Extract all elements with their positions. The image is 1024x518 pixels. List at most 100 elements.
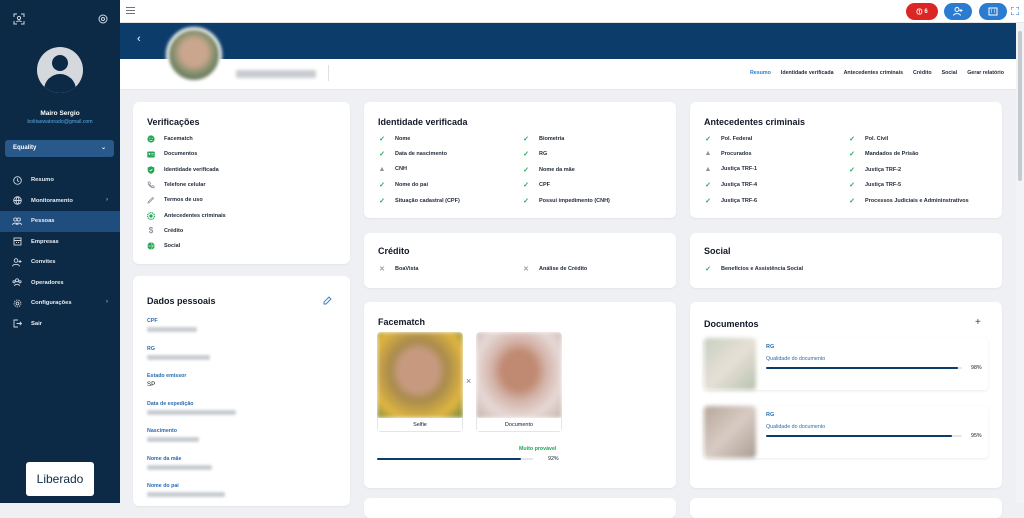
- id-card-icon: [147, 150, 155, 158]
- facematch-card: Facematch Selfie × Documento Muito prová…: [364, 302, 676, 488]
- credito-title: Crédito: [378, 246, 410, 256]
- sidebar-item-sair[interactable]: Sair: [0, 314, 120, 335]
- document-quality-pct: 98%: [971, 365, 982, 371]
- document-row[interactable]: RG Qualidade do documento 95%: [704, 406, 988, 458]
- document-row[interactable]: RG Qualidade do documento 98%: [704, 338, 988, 390]
- warning-icon: ▲: [378, 165, 386, 173]
- fullscreen-icon[interactable]: [1011, 7, 1019, 15]
- verificacao-label: Antecedentes criminais: [164, 212, 226, 219]
- chevron-right-icon: ›: [106, 196, 108, 203]
- verificacao-item: Social: [147, 242, 180, 250]
- sidebar-item-label: Monitoramento: [31, 197, 73, 204]
- field-label: Nome da mãe: [147, 455, 182, 462]
- company-button[interactable]: [979, 3, 1007, 20]
- verificacao-label: Social: [164, 243, 181, 250]
- shield-check-icon: [147, 165, 155, 174]
- verificacao-label: Documentos: [164, 151, 198, 158]
- facematch-score: 92%: [548, 456, 559, 462]
- edit-icon[interactable]: [323, 296, 332, 305]
- sidebar-item-empresas[interactable]: Empresas: [0, 232, 120, 253]
- settings-circle-icon[interactable]: [94, 10, 112, 28]
- document-thumbnail[interactable]: [704, 338, 756, 390]
- facematch-result: Muito provável: [519, 446, 557, 452]
- menu-icon[interactable]: [126, 6, 135, 15]
- face-scan-icon[interactable]: [10, 10, 28, 28]
- check-label: Justiça TRF-6: [721, 197, 758, 204]
- group-icon: [12, 278, 22, 288]
- check-item: ✓ Justiça TRF-4: [704, 181, 757, 189]
- sidebar-item-resumo[interactable]: Resumo: [0, 170, 120, 191]
- check-item: ✓ Benefícios e Assistência Social: [704, 265, 803, 273]
- warning-icon: ▲: [704, 150, 712, 158]
- sidebar-item-operadores[interactable]: Operadores: [0, 273, 120, 294]
- check-item: ✓ Justiça TRF-5: [848, 181, 901, 189]
- credito-card: Crédito ✕ BoaVista ✕ Análise de Crédito: [364, 233, 676, 288]
- selfie-image[interactable]: Selfie: [377, 332, 463, 432]
- antecedentes-title: Antecedentes criminais: [704, 117, 806, 127]
- person-name-blurred: [236, 70, 316, 78]
- back-icon[interactable]: ‹: [137, 33, 141, 45]
- check-label: Procurados: [721, 150, 752, 157]
- tab-social[interactable]: Social: [942, 70, 958, 76]
- sidebar: Mairo Sergio bolitaswatorado@gmail.com E…: [0, 0, 120, 503]
- check-label: CNH: [395, 166, 407, 173]
- scrollbar[interactable]: [1016, 23, 1024, 503]
- check-item: ✕ Análise de Crédito: [522, 265, 587, 273]
- check-icon: ✓: [849, 197, 855, 205]
- check-label: Análise de Crédito: [539, 266, 588, 272]
- profile-bar: Resumo Identidade verificada Antecedentes …: [120, 59, 1016, 90]
- sidebar-item-label: Configurações: [31, 300, 72, 307]
- tab-identidade-verificada[interactable]: Identidade verificada: [781, 70, 834, 76]
- check-label: Data de nascimento: [395, 151, 447, 158]
- facematch-score-bar: [377, 458, 533, 460]
- section-tabs: Resumo Identidade verificada Antecedentes …: [750, 70, 1004, 76]
- check-label: Possui impedimento (CNH): [539, 197, 610, 204]
- sidebar-item-configuracoes[interactable]: Configurações ›: [0, 293, 120, 314]
- facematch-score-fill: [377, 458, 521, 460]
- sidebar-item-pessoas[interactable]: Pessoas: [0, 211, 120, 232]
- document-image[interactable]: Documento: [476, 332, 562, 432]
- scrollbar-thumb[interactable]: [1018, 31, 1022, 181]
- tab-cre-dito[interactable]: Crédito: [913, 70, 932, 76]
- check-item: ✓ Situação cadastral (CPF): [378, 197, 460, 205]
- field-value-redacted: [147, 464, 212, 470]
- sidebar-nav: Resumo Monitoramento › Pessoas Empresas Convi…: [0, 170, 120, 334]
- sidebar-item-label: Empresas: [31, 238, 59, 245]
- alerts-button[interactable]: ⓵6: [906, 3, 938, 20]
- check-item: ✓ RG: [522, 150, 547, 158]
- org-select[interactable]: Equality ⌄: [5, 140, 114, 157]
- logo: Liberado: [26, 462, 94, 496]
- x-icon: ✕: [379, 266, 385, 273]
- sidebar-item-label: Operadores: [31, 279, 64, 286]
- check-label: Justiça TRF-5: [865, 182, 902, 189]
- building-icon: [988, 7, 998, 16]
- check-item: ✓ Biometria: [522, 135, 564, 143]
- document-quality-fill: [766, 435, 953, 437]
- badge-icon: [147, 211, 155, 220]
- check-item: ✓ Processos Judiciais e Admininstrativos: [848, 197, 969, 205]
- add-person-button[interactable]: [944, 3, 972, 20]
- check-label: Nome da mãe: [539, 166, 575, 173]
- tab-resumo[interactable]: Resumo: [750, 70, 771, 76]
- tab-antecedentes-criminais[interactable]: Antecedentes criminais: [844, 70, 903, 76]
- field-label: Data de expedição: [147, 400, 194, 407]
- user-plus-icon: [953, 7, 963, 16]
- check-label: Pol. Civil: [865, 136, 889, 142]
- sidebar-item-convites[interactable]: Convites: [0, 252, 120, 273]
- avatar[interactable]: [37, 47, 83, 93]
- chevron-right-icon: ›: [106, 299, 108, 305]
- sidebar-item-label: Convites: [31, 259, 56, 266]
- check-item: ✕ BoaVista: [378, 265, 418, 273]
- sidebar-item-label: Pessoas: [31, 218, 55, 225]
- sidebar-item-monitoramento[interactable]: Monitoramento ›: [0, 191, 120, 212]
- check-item: ✓ Pol. Federal: [704, 135, 752, 143]
- tab-gerar-relato-rio[interactable]: Gerar relatório: [967, 70, 1004, 76]
- add-document-icon[interactable]: +: [975, 317, 981, 328]
- document-thumbnail[interactable]: [704, 406, 756, 458]
- check-label: Nome do pai: [395, 182, 429, 189]
- check-label: CPF: [539, 182, 550, 189]
- check-label: Pol. Federal: [721, 136, 753, 142]
- check-icon: ✓: [379, 182, 385, 190]
- profile-banner: ‹: [120, 23, 1016, 59]
- verificacao-item: Facematch: [147, 135, 193, 143]
